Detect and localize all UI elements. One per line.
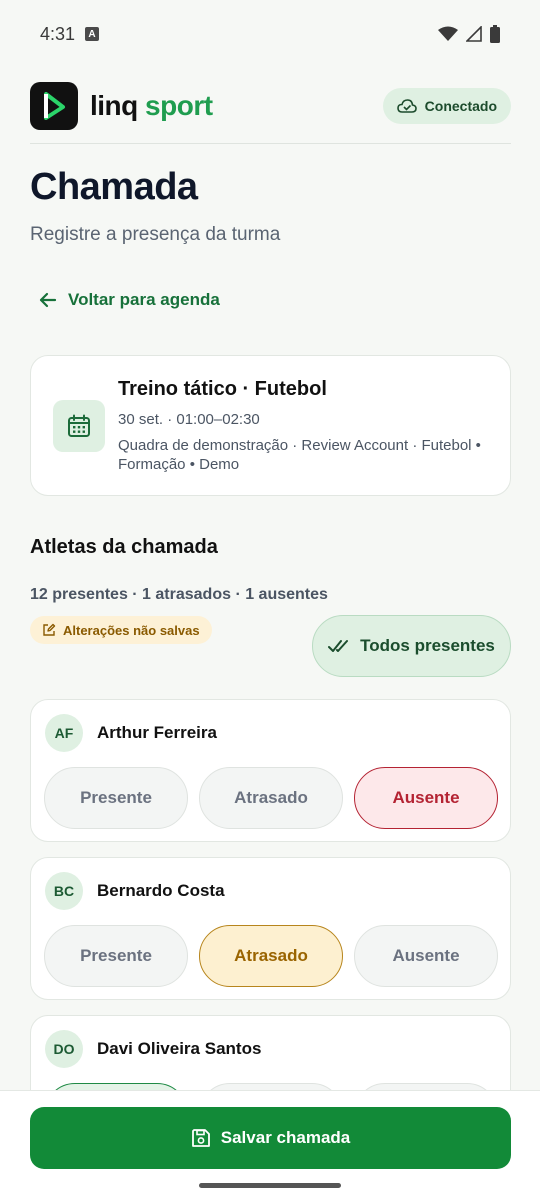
arrow-left-icon (39, 292, 57, 308)
connection-status-badge: Conectado (382, 88, 511, 124)
all-present-button[interactable]: Todos presentes (312, 615, 511, 677)
page-title: Chamada (30, 166, 198, 208)
present-option[interactable]: Presente (44, 925, 188, 987)
back-link-label: Voltar para agenda (68, 290, 220, 309)
unsaved-changes-badge: Alterações não salvas (30, 616, 212, 644)
calendar-icon (53, 399, 105, 452)
attendance-summary: 12 presentes · 1 atrasados · 1 ausentes (30, 586, 328, 603)
athlete-header: BC Bernardo Costa (45, 872, 225, 910)
brand-linq: linq (90, 90, 138, 121)
athletes-section-title: Atletas da chamada (30, 536, 218, 558)
save-button-label: Salvar chamada (220, 1128, 351, 1147)
status-right (438, 25, 500, 43)
bottom-action-bar: Salvar chamada (0, 1090, 540, 1200)
battery-icon (490, 25, 500, 43)
connection-status-label: Conectado (424, 98, 497, 114)
edit-icon (43, 623, 56, 636)
athlete-name: Bernardo Costa (97, 881, 225, 900)
avatar: BC (45, 872, 83, 910)
signal-icon (466, 26, 482, 42)
app-header: linq sport Conectado (30, 80, 511, 132)
brand-name: linq sport (90, 90, 213, 122)
late-option[interactable]: Atrasado (199, 767, 343, 829)
athlete-card: AF Arthur Ferreira Presente Atrasado Aus… (30, 699, 511, 842)
notification-icon: A (85, 27, 100, 41)
logo-icon (30, 82, 78, 130)
attendance-options: Presente Atrasado Ausente (44, 925, 498, 987)
absent-option[interactable]: Ausente (354, 925, 498, 987)
present-option[interactable]: Presente (44, 767, 188, 829)
avatar: AF (45, 714, 83, 752)
home-indicator[interactable] (199, 1183, 341, 1188)
event-title: Treino tático · Futebol (118, 377, 327, 400)
unsaved-changes-label: Alterações não salvas (63, 622, 200, 638)
brand-logo: linq sport (30, 82, 213, 130)
brand-sport: sport (145, 90, 213, 121)
athlete-header: DO Davi Oliveira Santos (45, 1030, 261, 1068)
event-time: 30 set. · 01:00–02:30 (118, 410, 260, 428)
save-icon (191, 1129, 210, 1147)
status-bar: 4:31 A (0, 0, 540, 68)
wifi-icon (438, 26, 458, 41)
save-attendance-button[interactable]: Salvar chamada (30, 1107, 511, 1169)
cloud-check-icon (396, 99, 417, 113)
absent-option[interactable]: Ausente (354, 767, 498, 829)
athlete-header: AF Arthur Ferreira (45, 714, 217, 752)
back-to-agenda-link[interactable]: Voltar para agenda (38, 290, 220, 310)
avatar: DO (45, 1030, 83, 1068)
status-time: 4:31 (40, 23, 76, 44)
late-option[interactable]: Atrasado (199, 925, 343, 987)
attendance-options: Presente Atrasado Ausente (44, 767, 498, 829)
athlete-name: Davi Oliveira Santos (97, 1039, 262, 1058)
event-details: Quadra de demonstração · Review Account … (118, 436, 481, 473)
page-subtitle: Registre a presença da turma (30, 224, 281, 245)
all-present-label: Todos presentes (360, 636, 495, 655)
athlete-card: BC Bernardo Costa Presente Atrasado Ause… (30, 857, 511, 1000)
event-info: Treino tático · Futebol 30 set. · 01:00–… (118, 378, 498, 474)
athlete-name: Arthur Ferreira (97, 723, 217, 742)
event-card: Treino tático · Futebol 30 set. · 01:00–… (30, 355, 511, 496)
status-left: 4:31 A (40, 23, 100, 45)
double-check-icon (328, 640, 349, 652)
header-divider (30, 143, 511, 144)
